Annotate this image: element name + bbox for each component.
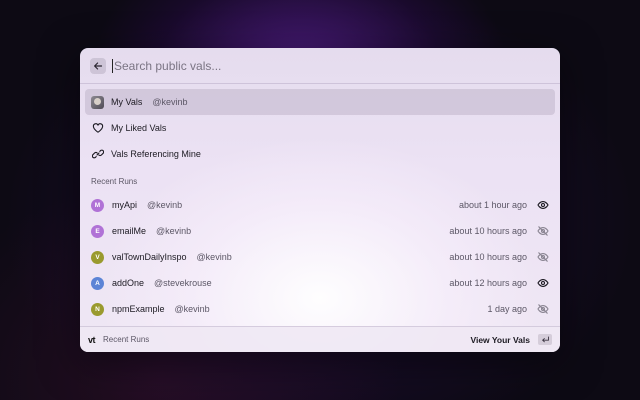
menu-item-vals-referencing-mine[interactable]: Vals Referencing Mine: [85, 141, 555, 167]
val-avatar: N: [91, 302, 104, 316]
run-handle: @kevinb: [156, 226, 192, 236]
arrow-left-icon: [94, 61, 103, 70]
enter-key-icon[interactable]: [538, 334, 552, 345]
eye-off-icon[interactable]: [537, 225, 549, 237]
footer-label: Recent Runs: [103, 335, 150, 344]
heart-icon: [91, 122, 104, 135]
run-row-npmexample[interactable]: N npmExample @kevinb 1 day ago: [85, 296, 555, 322]
val-town-logo: vt: [88, 334, 96, 345]
run-time: about 10 hours ago: [449, 226, 527, 236]
eye-off-icon[interactable]: [537, 303, 549, 315]
val-avatar: A: [91, 276, 104, 290]
menu-item-handle: @kevinb: [152, 97, 188, 107]
run-name: emailMe: [112, 226, 147, 236]
run-row-addone[interactable]: A addOne @stevekrouse about 12 hours ago: [85, 270, 555, 296]
run-handle: @stevekrouse: [154, 278, 212, 288]
run-handle: @kevinb: [147, 200, 183, 210]
section-label-recent-runs: Recent Runs: [91, 177, 138, 186]
menu-item-label: My Liked Vals: [111, 123, 167, 133]
back-button[interactable]: [90, 57, 106, 74]
search-input[interactable]: [114, 58, 550, 73]
run-name: valTownDailyInspo: [112, 252, 187, 262]
menu-list: My Vals @kevinb My Liked Vals Vals Refer…: [80, 84, 560, 322]
search-bar: [80, 48, 560, 84]
run-time: 1 day ago: [487, 304, 527, 314]
run-name: addOne: [112, 278, 145, 288]
view-your-vals-button[interactable]: View Your Vals: [470, 335, 530, 345]
run-name: npmExample: [112, 304, 165, 314]
text-cursor: [112, 58, 113, 73]
run-handle: @kevinb: [174, 304, 210, 314]
run-handle: @kevinb: [196, 252, 232, 262]
eye-icon[interactable]: [537, 199, 549, 211]
val-avatar: E: [91, 224, 104, 238]
palette-footer: vt Recent Runs View Your Vals: [80, 326, 560, 352]
menu-item-label: My Vals: [111, 97, 143, 107]
user-avatar: [91, 95, 104, 109]
menu-item-my-vals[interactable]: My Vals @kevinb: [85, 89, 555, 115]
run-time: about 10 hours ago: [449, 252, 527, 262]
eye-off-icon[interactable]: [537, 251, 549, 263]
run-time: about 12 hours ago: [449, 278, 527, 288]
run-row-myapi[interactable]: M myApi @kevinb about 1 hour ago: [85, 192, 555, 218]
menu-item-label: Vals Referencing Mine: [111, 149, 201, 159]
eye-icon[interactable]: [537, 277, 549, 289]
run-row-emailme[interactable]: E emailMe @kevinb about 10 hours ago: [85, 218, 555, 244]
command-palette: My Vals @kevinb My Liked Vals Vals Refer…: [80, 48, 560, 352]
menu-item-my-liked-vals[interactable]: My Liked Vals: [85, 115, 555, 141]
link-icon: [91, 148, 104, 161]
run-time: about 1 hour ago: [458, 200, 527, 210]
run-name: myApi: [112, 200, 138, 210]
val-avatar: M: [91, 198, 104, 212]
run-row-valtowndailyinspo[interactable]: V valTownDailyInspo @kevinb about 10 hou…: [85, 244, 555, 270]
val-avatar: V: [91, 250, 104, 264]
